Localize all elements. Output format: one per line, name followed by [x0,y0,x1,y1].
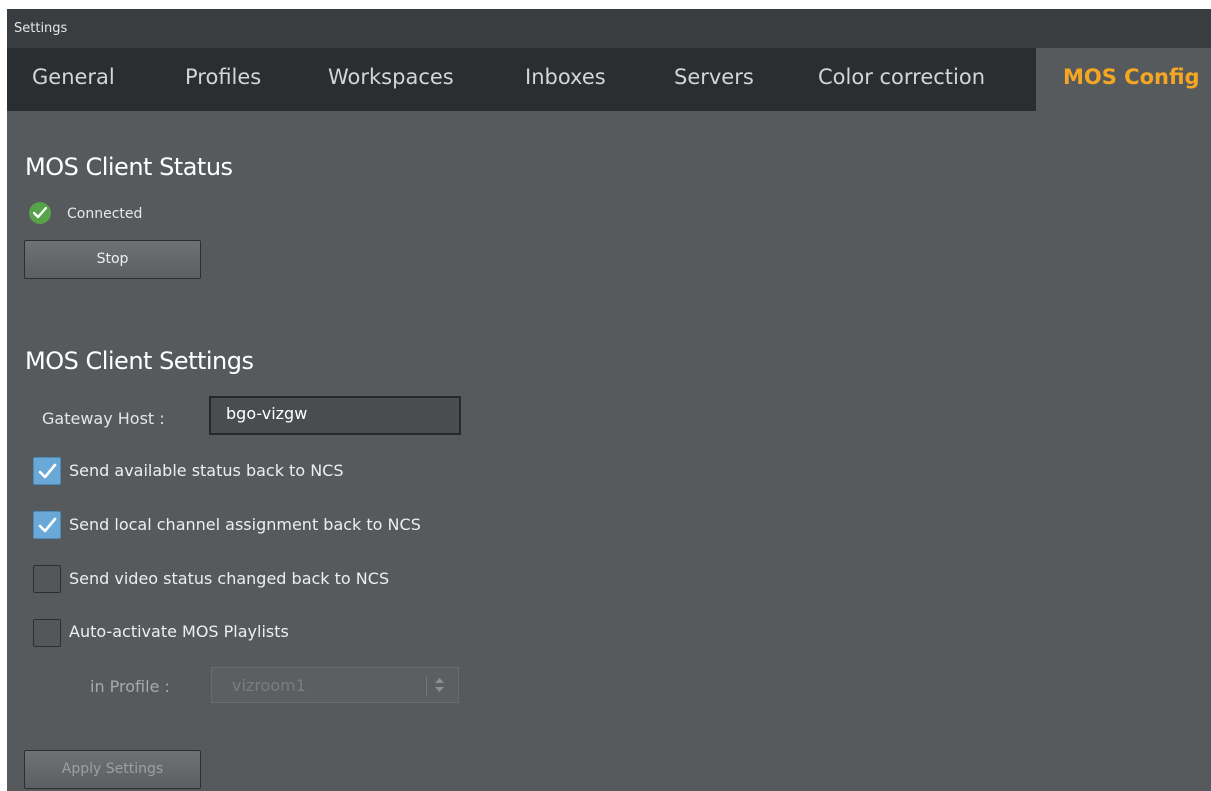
profile-select[interactable]: vizroom1 [211,667,459,703]
checkmark-icon [38,517,57,533]
send-video-status-label[interactable]: Send video status changed back to NCS [69,569,389,588]
profile-label: in Profile : [90,677,170,696]
tab-profiles[interactable]: Profiles [185,65,261,89]
send-available-status-label[interactable]: Send available status back to NCS [69,461,344,480]
tab-bar: General Profiles Workspaces Inboxes Serv… [7,48,1211,111]
send-local-channel-checkbox[interactable] [33,511,61,539]
profile-select-value: vizroom1 [232,676,306,695]
send-video-status-checkbox[interactable] [33,565,61,593]
auto-activate-playlists-label[interactable]: Auto-activate MOS Playlists [69,622,289,641]
settings-section-title: MOS Client Settings [25,347,254,375]
send-available-status-checkbox[interactable] [33,457,61,485]
up-down-arrows-icon [435,678,444,692]
send-local-channel-label[interactable]: Send local channel assignment back to NC… [69,515,421,534]
tab-color-correction[interactable]: Color correction [818,65,985,89]
tab-general[interactable]: General [32,65,115,89]
gateway-host-input[interactable]: bgo-vizgw [209,396,461,435]
settings-window: Settings General Profiles Workspaces Inb… [7,9,1211,791]
checkmark-icon [38,463,57,479]
auto-activate-playlists-checkbox[interactable] [33,619,61,647]
status-text: Connected [67,206,143,222]
tab-inboxes[interactable]: Inboxes [525,65,606,89]
check-circle-icon [29,202,51,224]
tab-mos-config[interactable]: MOS Config [1063,65,1200,89]
apply-settings-button[interactable]: Apply Settings [24,750,201,789]
tab-workspaces[interactable]: Workspaces [328,65,454,89]
window-title: Settings [14,21,68,36]
status-section-title: MOS Client Status [25,153,233,181]
title-bar: Settings [7,9,1211,48]
stop-button[interactable]: Stop [24,240,201,279]
tab-servers[interactable]: Servers [674,65,754,89]
gateway-host-label: Gateway Host : [42,409,165,428]
select-divider [426,676,427,696]
